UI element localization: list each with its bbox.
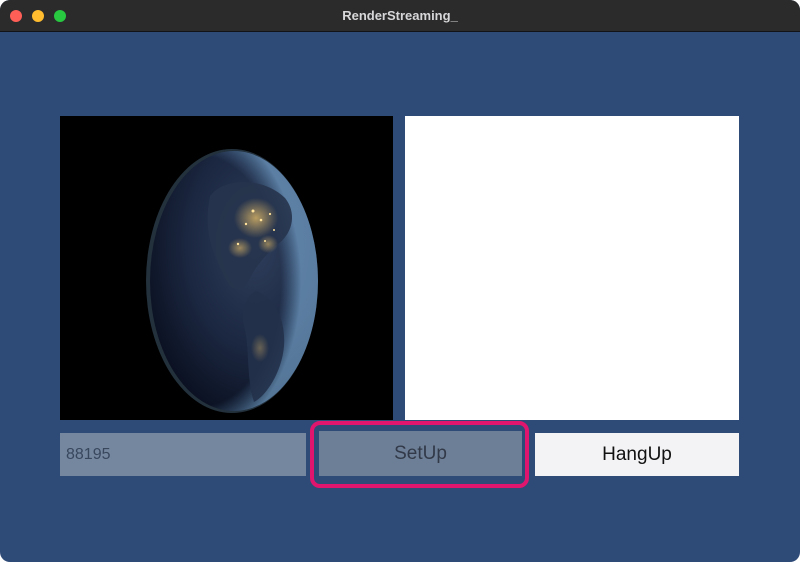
hangup-button[interactable]: HangUp <box>535 433 739 476</box>
setup-button[interactable]: SetUp <box>319 431 522 476</box>
connection-id-input[interactable] <box>60 433 306 476</box>
title-bar[interactable]: RenderStreaming_ <box>0 0 800 32</box>
earth-image <box>60 116 393 420</box>
remote-video-view <box>405 116 739 420</box>
local-video-view <box>60 116 393 420</box>
app-window: RenderStreaming_ 88195 SetUp HangUp <box>0 0 800 562</box>
window-title: RenderStreaming_ <box>342 8 458 23</box>
main-content: SetUp HangUp <box>0 33 800 562</box>
